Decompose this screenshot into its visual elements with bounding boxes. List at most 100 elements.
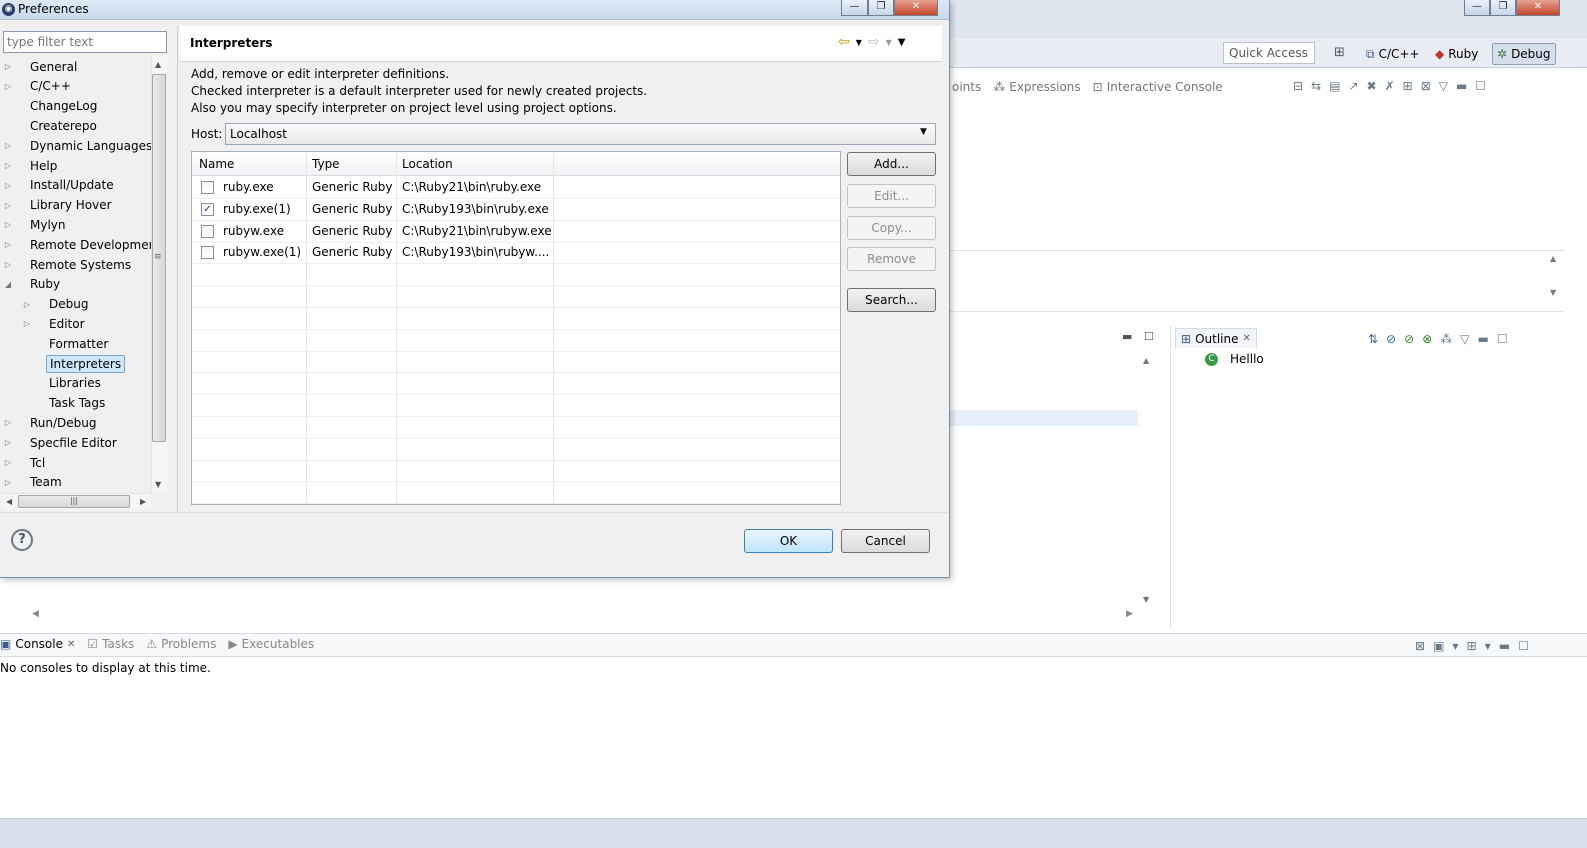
tree-horizontal-thumb[interactable]: ||| bbox=[18, 495, 130, 508]
filter-input[interactable]: type filter text bbox=[3, 31, 167, 53]
expand-toggle-icon[interactable]: ▷ bbox=[22, 319, 32, 328]
forward-arrow-icon[interactable]: ⇨ bbox=[868, 34, 880, 50]
view-menu-icon[interactable]: ▽ bbox=[1439, 79, 1448, 93]
layout-icon[interactable]: ▤ bbox=[1329, 79, 1340, 93]
expand-toggle-icon[interactable]: ▷ bbox=[3, 478, 13, 487]
ide-maximize-button[interactable]: ❐ bbox=[1490, 0, 1516, 16]
open-perspective-icon[interactable]: ⊞ bbox=[1334, 45, 1345, 60]
dialog-maximize-button[interactable]: ❐ bbox=[868, 0, 894, 16]
tree-item-interpreters[interactable]: Interpreters bbox=[22, 354, 126, 373]
scroll-left-icon[interactable]: ◀ bbox=[32, 609, 39, 619]
tree-item-tcl[interactable]: ▷ Tcl bbox=[3, 453, 48, 472]
back-arrow-icon[interactable]: ⇦ bbox=[838, 34, 850, 50]
detail-scroll-up-icon[interactable]: ▲ bbox=[1550, 254, 1556, 263]
column-header-location[interactable]: Location bbox=[402, 157, 453, 171]
display-console-icon[interactable]: ▣ bbox=[1433, 639, 1444, 653]
expand-toggle-icon[interactable]: ▷ bbox=[3, 82, 13, 91]
maximize-view-icon[interactable]: ☐ bbox=[1518, 639, 1529, 653]
tree-scroll-down-icon[interactable]: ▼ bbox=[155, 480, 161, 489]
hide-fields-icon[interactable]: ⊘ bbox=[1386, 332, 1396, 346]
ok-button[interactable]: OK bbox=[744, 529, 833, 553]
search-button[interactable]: Search... bbox=[847, 288, 936, 312]
default-interpreter-checkbox[interactable] bbox=[201, 246, 214, 260]
pin-icon[interactable]: ⊠ bbox=[1421, 79, 1431, 93]
perspective-ruby[interactable]: ◆ Ruby bbox=[1431, 43, 1482, 65]
tree-item-mylyn[interactable]: ▷ Mylyn bbox=[3, 215, 69, 234]
tree-item-install-update[interactable]: ▷ Install/Update bbox=[3, 176, 117, 195]
tree-item-c-c-[interactable]: ▷ C/C++ bbox=[3, 77, 74, 96]
editor-scroll-down-icon[interactable]: ▼ bbox=[1143, 595, 1149, 604]
tab-interactive-console[interactable]: ⊡ Interactive Console bbox=[1093, 80, 1223, 94]
host-select[interactable]: Localhost bbox=[225, 123, 936, 145]
dialog-close-button[interactable]: ✕ bbox=[894, 0, 938, 16]
tab-executables[interactable]: ▶ Executables bbox=[228, 637, 314, 651]
add-button[interactable]: Add... bbox=[847, 152, 936, 176]
tree-item-libraries[interactable]: Libraries bbox=[22, 374, 104, 393]
expand-toggle-icon[interactable]: ▷ bbox=[3, 141, 13, 150]
maximize-view-icon[interactable]: ☐ bbox=[1475, 79, 1486, 93]
pin-console-icon[interactable]: ⊠ bbox=[1415, 639, 1425, 653]
tree-item-debug[interactable]: ▷ Debug bbox=[22, 295, 91, 314]
tab-console[interactable]: ▣ Console ✕ bbox=[0, 637, 75, 651]
tree-item-changelog[interactable]: ChangeLog bbox=[3, 97, 100, 116]
minimize-view-icon[interactable]: ▬ bbox=[1477, 332, 1488, 346]
close-icon[interactable]: ✕ bbox=[1242, 333, 1250, 344]
tree-scroll-up-icon[interactable]: ▲ bbox=[155, 60, 161, 69]
expand-toggle-icon[interactable]: ▷ bbox=[3, 201, 13, 210]
column-header-type[interactable]: Type bbox=[312, 157, 340, 171]
tree-item-formatter[interactable]: Formatter bbox=[22, 334, 111, 353]
cancel-button[interactable]: Cancel bbox=[841, 529, 930, 553]
remove-icon[interactable]: ✖ bbox=[1367, 79, 1377, 93]
hide-static-icon[interactable]: ⊘ bbox=[1404, 332, 1414, 346]
minimize-view-icon[interactable]: ▬ bbox=[1456, 79, 1467, 93]
expand-toggle-icon[interactable]: ▷ bbox=[3, 438, 13, 447]
tree-item-editor[interactable]: ▷ Editor bbox=[22, 314, 88, 333]
expand-toggle-icon[interactable]: ▷ bbox=[3, 161, 13, 170]
editor-minimize-icon[interactable]: ▬ bbox=[1122, 330, 1132, 343]
remove-button[interactable]: Remove bbox=[847, 247, 936, 271]
ide-minimize-button[interactable]: — bbox=[1464, 0, 1490, 16]
focus-icon[interactable]: ⁂ bbox=[1440, 332, 1452, 346]
default-interpreter-checkbox[interactable] bbox=[201, 224, 214, 238]
tree-item-dynamic-languages[interactable]: ▷ Dynamic Languages bbox=[3, 136, 152, 155]
dropdown-icon[interactable]: ▼ bbox=[1485, 642, 1491, 651]
page-menu-icon[interactable]: ▼ bbox=[898, 37, 906, 48]
editor-scroll-up-icon[interactable]: ▲ bbox=[1143, 356, 1149, 365]
tab-outline[interactable]: ⊞ Outline ✕ bbox=[1175, 328, 1257, 348]
scroll-right-icon[interactable]: ▶ bbox=[1126, 609, 1133, 619]
perspective-cpp[interactable]: ⧉ C/C++ bbox=[1362, 43, 1424, 65]
expand-toggle-icon[interactable]: ◢ bbox=[3, 280, 13, 289]
remove-all-icon[interactable]: ✗ bbox=[1385, 79, 1395, 93]
tree-item-help[interactable]: ▷ Help bbox=[3, 156, 60, 175]
tree-item-team[interactable]: ▷ Team bbox=[3, 473, 65, 492]
hide-nonpublic-icon[interactable]: ⊗ bbox=[1422, 332, 1432, 346]
close-icon[interactable]: ✕ bbox=[67, 639, 75, 650]
tree-item-general[interactable]: ▷ General bbox=[3, 57, 80, 76]
dialog-sash[interactable] bbox=[177, 26, 178, 512]
open-console-icon[interactable]: ⊞ bbox=[1467, 639, 1477, 653]
tab-breakpoints[interactable]: oints bbox=[952, 80, 981, 94]
copy-button[interactable]: Copy... bbox=[847, 216, 936, 240]
tree-scroll-right-icon[interactable]: ▶ bbox=[140, 497, 146, 506]
detail-scroll-down-icon[interactable]: ▼ bbox=[1550, 288, 1556, 297]
tree-item-remote-development[interactable]: ▷ Remote Development bbox=[3, 235, 152, 254]
maximize-view-icon[interactable]: ☐ bbox=[1497, 332, 1508, 346]
expand-toggle-icon[interactable]: ▷ bbox=[3, 260, 13, 269]
tree-item-run-debug[interactable]: ▷ Run/Debug bbox=[3, 413, 100, 432]
expand-toggle-icon[interactable]: ▷ bbox=[22, 300, 32, 309]
tree-item-task-tags[interactable]: Task Tags bbox=[22, 394, 108, 413]
editor-horizontal-scrollbar[interactable]: ◀ ▶ bbox=[30, 607, 1140, 621]
chevron-down-icon[interactable]: ▼ bbox=[920, 127, 927, 137]
forward-menu-icon[interactable]: ▼ bbox=[886, 38, 892, 47]
tree-item-ruby[interactable]: ◢ Ruby bbox=[3, 275, 63, 294]
collapse-icon[interactable]: ⊟ bbox=[1293, 79, 1303, 93]
column-header-name[interactable]: Name bbox=[199, 157, 234, 171]
tree-item-remote-systems[interactable]: ▷ Remote Systems bbox=[3, 255, 134, 274]
help-icon[interactable]: ? bbox=[11, 529, 33, 551]
ide-close-button[interactable]: ✕ bbox=[1516, 0, 1560, 16]
tree-item-library-hover[interactable]: ▷ Library Hover bbox=[3, 196, 115, 215]
dialog-minimize-button[interactable]: — bbox=[841, 0, 868, 16]
tree-item-specfile-editor[interactable]: ▷ Specfile Editor bbox=[3, 433, 120, 452]
tab-problems[interactable]: ⚠ Problems bbox=[146, 637, 216, 651]
tree-scroll-left-icon[interactable]: ◀ bbox=[6, 497, 12, 506]
